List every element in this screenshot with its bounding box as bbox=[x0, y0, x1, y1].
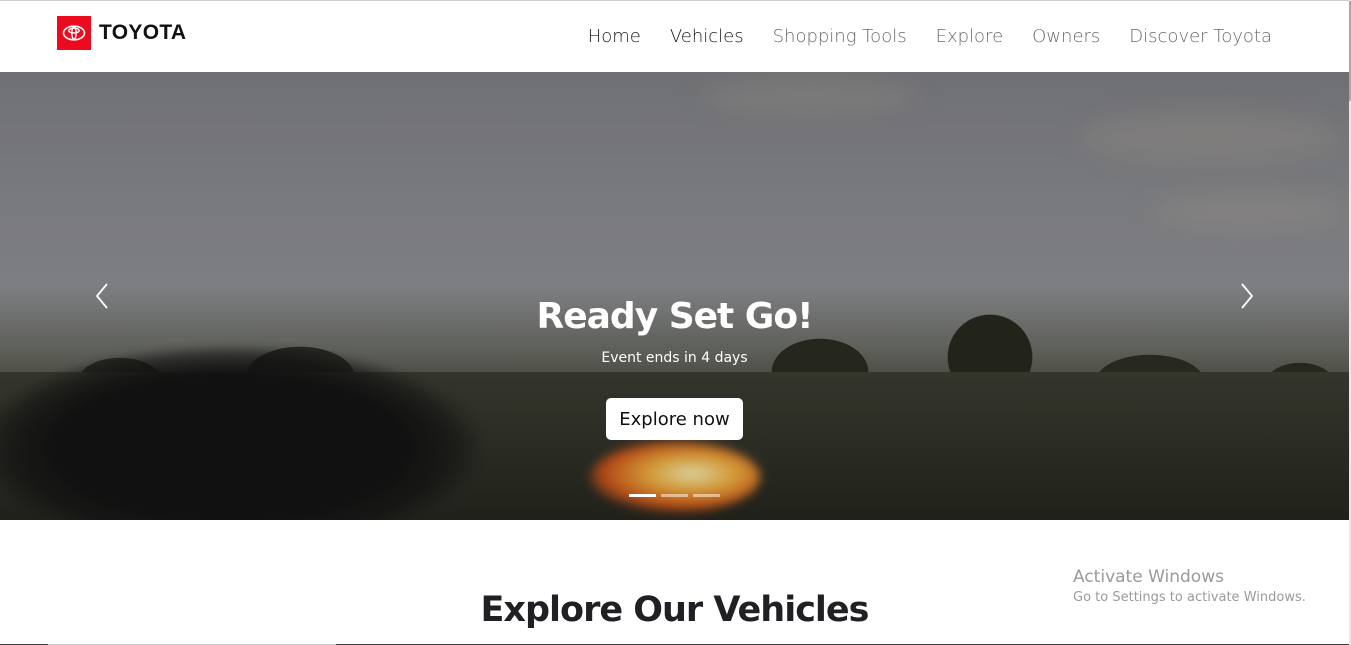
navbar: TOYOTA Home Vehicles Shopping Tools Expl… bbox=[0, 1, 1349, 72]
nav-explore[interactable]: Explore bbox=[936, 26, 1004, 47]
brand-logo-link[interactable]: TOYOTA bbox=[57, 16, 186, 50]
hero-title: Ready Set Go! bbox=[536, 296, 814, 337]
carousel-indicators bbox=[629, 494, 725, 497]
hero-subtitle: Event ends in 4 days bbox=[601, 350, 748, 366]
windows-activation-watermark: Activate Windows Go to Settings to activ… bbox=[1073, 567, 1306, 605]
watermark-title: Activate Windows bbox=[1073, 567, 1224, 587]
hero-carousel: Ready Set Go! Event ends in 4 days Explo… bbox=[0, 72, 1349, 520]
nav-vehicles[interactable]: Vehicles bbox=[670, 26, 744, 47]
watermark-subtitle: Go to Settings to activate Windows. bbox=[1073, 590, 1306, 605]
brand-name: TOYOTA bbox=[99, 21, 187, 44]
explore-now-button[interactable]: Explore now bbox=[606, 398, 743, 440]
carousel-indicator-1[interactable] bbox=[629, 494, 656, 497]
nav-shopping-tools[interactable]: Shopping Tools bbox=[773, 26, 907, 47]
carousel-indicator-2[interactable] bbox=[661, 494, 688, 497]
nav-owners[interactable]: Owners bbox=[1032, 26, 1100, 47]
nav-discover-toyota[interactable]: Discover Toyota bbox=[1129, 26, 1272, 47]
nav-home[interactable]: Home bbox=[588, 26, 641, 47]
carousel-indicator-3[interactable] bbox=[693, 494, 720, 497]
toyota-logo-icon bbox=[57, 16, 91, 50]
main-nav: Home Vehicles Shopping Tools Explore Own… bbox=[559, 1, 1272, 72]
